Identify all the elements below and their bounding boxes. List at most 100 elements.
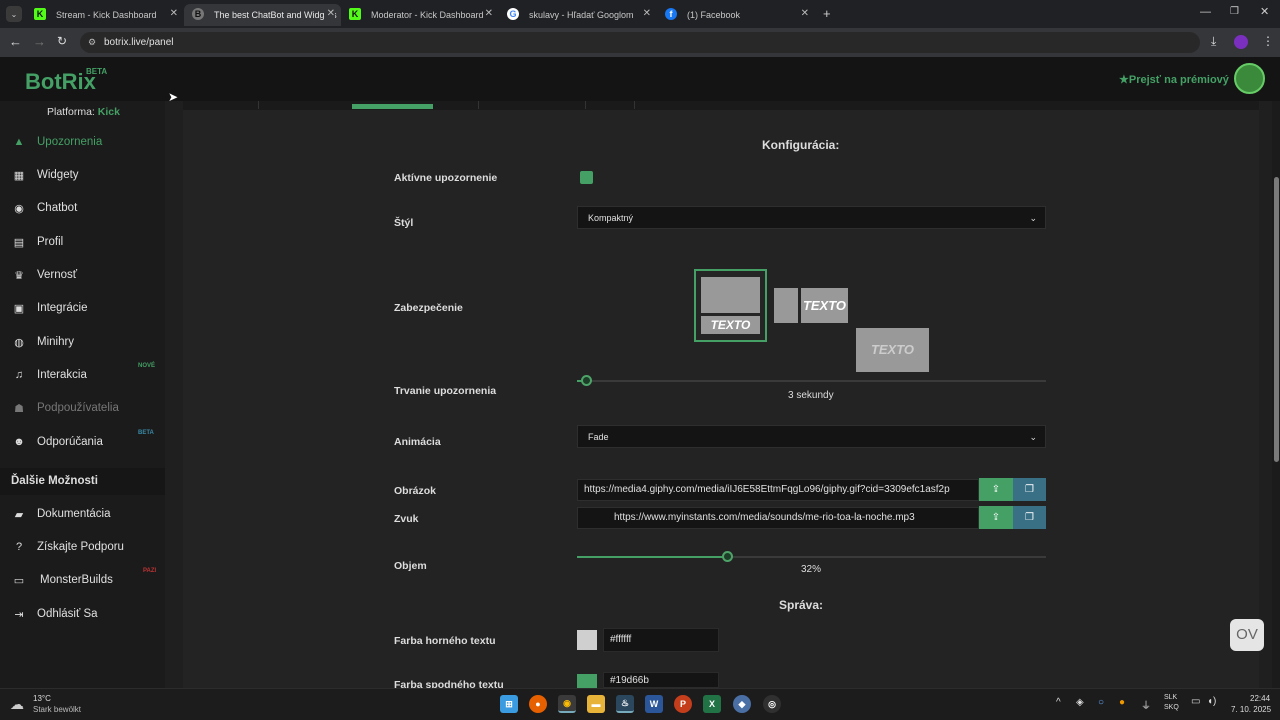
sidebar-item-widgety[interactable]: ▦ Widgety [0,160,165,190]
browser-tab[interactable]: G skulavy - Hľadať Googlom ✕ [499,4,657,26]
sidebar-item-interakcia[interactable]: ♫ Interakcia NOVÉ [0,360,165,390]
network-icon[interactable]: ▭ [1191,696,1200,707]
tab-title: Moderator - Kick Dashboard [371,10,484,20]
style-select[interactable]: Kompaktný ⌄ [577,206,1046,229]
start-icon[interactable]: ⊞ [500,695,518,713]
back-icon[interactable]: ← [9,34,22,49]
duration-slider-thumb[interactable] [581,375,592,386]
file-explorer-icon[interactable]: ▬ [587,695,605,713]
tray-app-icon[interactable]: ● [1119,697,1125,708]
site-info-icon[interactable]: ⚙ [88,32,96,53]
sidebar-item-podpouzivatelia[interactable]: ☗ Podpoužívatelia [0,393,165,423]
premium-link[interactable]: ★Prejsť na prémiový [1119,73,1229,86]
close-tab-icon[interactable]: ✕ [643,8,651,19]
sidebar-item-label: Vernosť [37,269,78,281]
style-preview-text: TEXTO [801,288,848,323]
address-input[interactable]: ⚙ botrix.live/panel [80,32,1200,53]
minimize-icon[interactable]: — [1200,6,1211,18]
close-tab-icon[interactable]: ✕ [323,8,335,19]
new-badge: NOVÉ [138,363,156,369]
sidebar-item-monsterbuilds[interactable]: ▭ MonsterBuilds PAZI [0,565,165,595]
browser-tab-active[interactable]: B The best ChatBot and Widgets ✕ [184,4,341,26]
tray-chevron-icon[interactable]: ^ [1056,697,1061,708]
close-tab-icon[interactable]: ✕ [170,8,178,19]
sidebar-item-label: Widgety [37,169,79,181]
clock-time[interactable]: 22:44 [1250,694,1270,703]
image-gallery-button[interactable]: ❐ [1013,478,1046,501]
excel-icon[interactable]: X [703,695,721,713]
clock-date[interactable]: 7. 10. 2025 [1231,705,1271,714]
browser-tab[interactable]: K Stream - Kick Dashboard ✕ [26,4,184,26]
sidebar-item-vernost[interactable]: ♛ Vernosť [0,260,165,290]
windows-taskbar: ☁ 13°C Stark bewölkt ⊞ ● ◉ ▬ ♨ W P X ◆ ◎… [0,688,1280,720]
scrollbar-thumb[interactable] [1274,177,1279,462]
reload-icon[interactable]: ↻ [57,34,67,48]
top-text-color-input[interactable]: #ffffff [603,628,719,652]
profile-avatar[interactable] [1234,35,1248,49]
tray-app-icon[interactable]: ◈ [1076,697,1084,708]
user-avatar[interactable] [1234,63,1265,94]
close-tab-icon[interactable]: ✕ [485,8,493,19]
duration-slider[interactable] [577,375,1046,386]
bottom-text-color-input[interactable]: #19d66b [603,672,719,688]
warning-icon: ▲ [13,136,25,148]
app-icon[interactable]: ◆ [733,695,751,713]
weather-icon[interactable]: ☁ [10,696,24,713]
obs-overlay-badge: OV [1230,619,1264,651]
close-window-icon[interactable]: ✕ [1260,5,1269,18]
sidebar-item-minihry[interactable]: ◍ Minihry [0,327,165,357]
keyboard-lang-top[interactable]: SLK [1164,694,1177,701]
usb-icon[interactable]: ⏚ [1141,697,1151,712]
sidebar-item-odhlasit[interactable]: ⇥ Odhlásiť Sa [0,599,165,629]
volume-icon[interactable]: ◖) [1207,696,1216,707]
config-title: Konfigurácia: [762,138,840,152]
volume-slider-thumb[interactable] [722,551,733,562]
style-option-overlay[interactable]: TEXTO [856,328,929,372]
image-upload-button[interactable]: ⇪ [979,478,1013,501]
keyboard-lang-bottom[interactable]: SKQ [1164,704,1179,711]
top-text-color-swatch[interactable] [577,630,597,650]
sidebar-item-chatbot[interactable]: ◉ Chatbot [0,193,165,223]
sound-url-input[interactable]: https://www.myinstants.com/media/sounds/… [577,507,979,529]
active-checkbox[interactable] [580,171,593,184]
sidebar-item-profil[interactable]: ▤ Profil [0,227,165,257]
bottom-text-color-swatch[interactable] [577,674,597,688]
forward-icon[interactable]: → [33,34,46,49]
tab-search-button[interactable]: ⌄ [6,6,22,22]
chrome-icon[interactable]: ◉ [558,695,576,713]
tray-app-icon[interactable]: ○ [1098,697,1104,708]
obs-icon[interactable]: ◎ [763,695,781,713]
sound-gallery-button[interactable]: ❐ [1013,506,1046,529]
style-preview-text: TEXTO [856,328,929,372]
book-icon: ▰ [14,508,24,521]
sidebar-item-odporucania[interactable]: ☻ Odporúčania BETA [0,427,165,457]
download-icon[interactable]: ⤓ [1211,34,1216,49]
style-option-inline[interactable]: TEXTO [774,288,848,323]
animation-select[interactable]: Fade ⌄ [577,425,1046,448]
browser-tab[interactable]: f (1) Facebook ✕ [657,4,815,26]
sidebar-item-dokumentacia[interactable]: ▰ Dokumentácia [0,499,165,529]
sound-upload-button[interactable]: ⇪ [979,506,1013,529]
gallery-icon: ❐ [1025,484,1034,495]
powerpoint-icon[interactable]: P [674,695,692,713]
close-tab-icon[interactable]: ✕ [801,8,809,19]
sidebar-item-integracie[interactable]: ▣ Integrácie [0,293,165,323]
facebook-favicon-icon: f [665,8,677,20]
page-scrollbar[interactable] [1272,101,1280,688]
sidebar-item-upozornenia[interactable]: ▲ Upozornenia [0,127,165,157]
tab-active-indicator[interactable] [352,104,433,109]
kick-favicon-icon: K [349,8,361,20]
style-option-stacked[interactable]: TEXTO [694,269,767,342]
sidebar-item-podpora[interactable]: ? Získajte Podporu [0,532,165,562]
volume-slider[interactable] [577,551,1046,562]
sidebar-item-label: Dokumentácia [37,508,111,520]
new-tab-icon[interactable]: + [823,6,831,21]
browser-menu-icon[interactable]: ⋮ [1262,34,1274,48]
steam-icon[interactable]: ♨ [616,695,634,713]
restore-icon[interactable]: ❐ [1230,6,1239,17]
browser-tab[interactable]: K Moderator - Kick Dashboard ✕ [341,4,499,26]
firefox-icon[interactable]: ● [529,695,547,713]
image-placeholder-icon [774,288,798,323]
image-url-input[interactable]: https://media4.giphy.com/media/iIJ6E58Et… [577,479,979,501]
word-icon[interactable]: W [645,695,663,713]
